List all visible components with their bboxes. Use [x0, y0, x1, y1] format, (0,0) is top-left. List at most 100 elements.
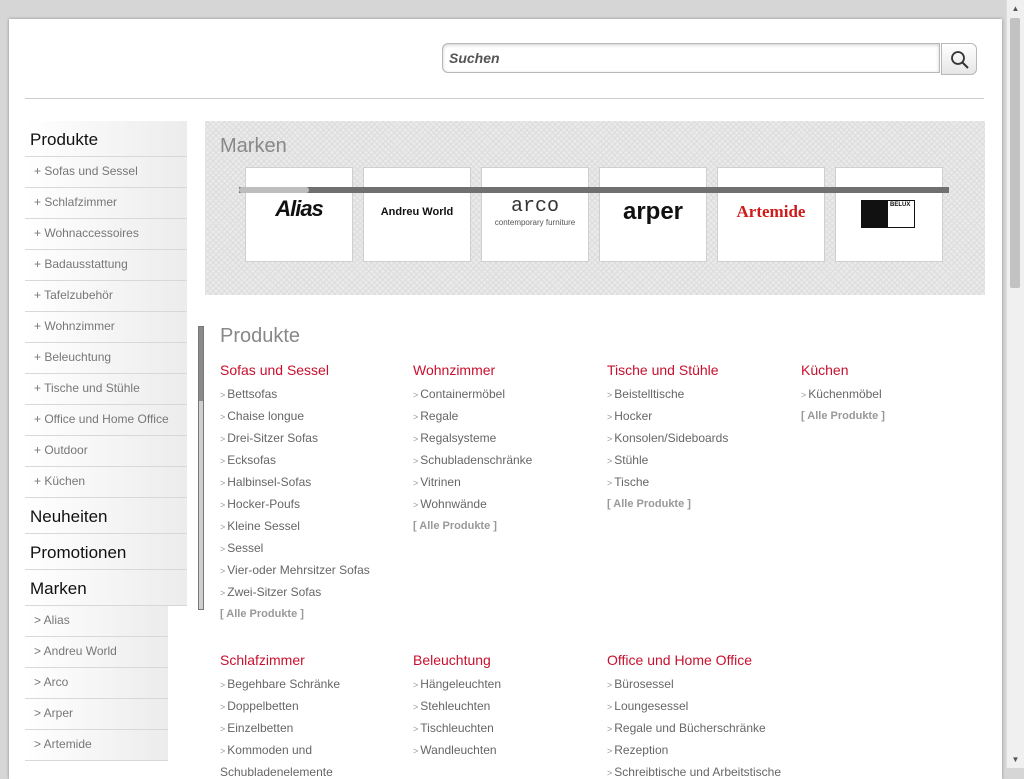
category-link[interactable]: > Hocker [607, 405, 792, 427]
category-link[interactable]: > Zwei-Sitzer Sofas [220, 581, 405, 603]
category-title[interactable]: Schlafzimmer [220, 651, 405, 673]
chevron-right-icon: > [607, 390, 613, 400]
category-title[interactable]: Office und Home Office [607, 651, 792, 673]
category-link[interactable]: > Tische [607, 471, 792, 493]
category-link[interactable]: > Küchenmöbel [801, 383, 986, 405]
category-link-label: Regale und Bücherschränke [614, 721, 766, 735]
sidebar-item-office[interactable]: + Office und Home Office [25, 405, 187, 436]
category-link[interactable]: > Ecksofas [220, 449, 405, 471]
search-input[interactable] [442, 43, 940, 73]
chevron-right-icon: > [413, 412, 419, 422]
category-link[interactable]: > Wohnwände [413, 493, 598, 515]
carousel-scroll-track[interactable] [239, 187, 949, 193]
category-link[interactable]: > Stehleuchten [413, 695, 598, 717]
category-link[interactable]: > Kleine Sessel [220, 515, 405, 537]
sidebar-item-badausstattung[interactable]: + Badausstattung [25, 250, 187, 281]
chevron-right-icon: > [413, 478, 419, 488]
scroll-up-icon[interactable]: ▲ [1007, 0, 1024, 17]
category-link[interactable]: > Vier-oder Mehrsitzer Sofas [220, 559, 405, 581]
category-link[interactable]: > Schreibtische und Arbeitstische [607, 761, 792, 779]
carousel-scroll-thumb[interactable] [239, 187, 309, 193]
scroll-down-icon[interactable]: ▼ [1007, 751, 1024, 768]
category-link[interactable]: > Sessel [220, 537, 405, 559]
sidebar-item-schlafzimmer[interactable]: + Schlafzimmer [25, 188, 187, 219]
window-scrollbar[interactable]: ▲ ▼ [1006, 0, 1024, 768]
category-title[interactable]: Tische und Stühle [607, 361, 792, 383]
window-scrollbar-thumb[interactable] [1010, 18, 1020, 288]
search-button[interactable] [941, 43, 977, 75]
category-link[interactable]: > Stühle [607, 449, 792, 471]
all-products-link[interactable]: [ Alle Produkte ] [801, 405, 986, 427]
sidebar-heading-promotionen[interactable]: Promotionen [25, 534, 187, 570]
category-link[interactable]: > Konsolen/Sideboards [607, 427, 792, 449]
category-link[interactable]: > Wandleuchten [413, 739, 598, 761]
category-link[interactable]: > Hocker-Poufs [220, 493, 405, 515]
brand-tile-alias[interactable]: Alias [245, 167, 353, 262]
category-link[interactable]: > Tischleuchten [413, 717, 598, 739]
category-column: Küchen > Küchenmöbel[ Alle Produkte ] [801, 361, 986, 427]
all-products-link[interactable]: [ Alle Produkte ] [607, 493, 792, 515]
sidebar-brand-alias[interactable]: > Alias [25, 606, 168, 637]
sidebar-item-tafelzubehoer[interactable]: + Tafelzubehör [25, 281, 187, 312]
category-link-label: Stühle [614, 453, 649, 467]
category-title[interactable]: Küchen [801, 361, 986, 383]
category-link[interactable]: > Hängeleuchten [413, 673, 598, 695]
category-link[interactable]: > Regale [413, 405, 598, 427]
sidebar-item-wohnzimmer[interactable]: + Wohnzimmer [25, 312, 187, 343]
category-title[interactable]: Wohnzimmer [413, 361, 598, 383]
brand-tile-arco[interactable]: arco contemporary furniture [481, 167, 589, 262]
sidebar-heading-produkte[interactable]: Produkte [25, 121, 187, 157]
sidebar-heading-marken[interactable]: Marken [25, 570, 187, 606]
category-link[interactable]: > Begehbare Schränke [220, 673, 405, 695]
sidebar-scrollbar[interactable] [198, 326, 204, 610]
category-link-label: Küchenmöbel [808, 387, 882, 401]
category-link-label: Kommoden und [227, 743, 312, 757]
category-link[interactable]: > Schubladenschränke [413, 449, 598, 471]
sidebar-brand-arco[interactable]: > Arco [25, 668, 168, 699]
chevron-right-icon: > [607, 680, 613, 690]
category-link[interactable]: > Rezeption [607, 739, 792, 761]
sidebar-brand-artemide[interactable]: > Artemide [25, 730, 168, 761]
category-link[interactable]: > Bettsofas [220, 383, 405, 405]
sidebar-item-beleuchtung[interactable]: + Beleuchtung [25, 343, 187, 374]
brand-logo-arco-tagline: contemporary furniture [494, 218, 576, 227]
category-link[interactable]: > Loungesessel [607, 695, 792, 717]
sidebar-item-outdoor[interactable]: + Outdoor [25, 436, 187, 467]
category-link[interactable]: > Containermöbel [413, 383, 598, 405]
category-link[interactable]: > Regale und Bücherschränke [607, 717, 792, 739]
all-products-link[interactable]: [ Alle Produkte ] [220, 603, 405, 625]
category-link[interactable]: > Beistelltische [607, 383, 792, 405]
sidebar-item-wohnaccessoires[interactable]: + Wohnaccessoires [25, 219, 187, 250]
sidebar-item-tische-und-stuehle[interactable]: + Tische und Stühle [25, 374, 187, 405]
sidebar-brand-andreu-world[interactable]: > Andreu World [25, 637, 168, 668]
category-link[interactable]: > Doppelbetten [220, 695, 405, 717]
chevron-right-icon: > [220, 566, 226, 576]
category-link-label: Containermöbel [420, 387, 505, 401]
chevron-right-icon: > [607, 746, 613, 756]
category-title[interactable]: Sofas und Sessel [220, 361, 405, 383]
sidebar-heading-neuheiten[interactable]: Neuheiten [25, 498, 187, 534]
category-link-label: Regalsysteme [420, 431, 497, 445]
category-link[interactable]: > Chaise longue [220, 405, 405, 427]
all-products-link[interactable]: [ Alle Produkte ] [413, 515, 598, 537]
brand-tile-arper[interactable]: arper [599, 167, 707, 262]
chevron-right-icon: > [413, 680, 419, 690]
brand-tile-artemide[interactable]: Artemide [717, 167, 825, 262]
category-link[interactable]: > Drei-Sitzer Sofas [220, 427, 405, 449]
sidebar-brand-arper[interactable]: > Arper [25, 699, 168, 730]
category-link[interactable]: >Schubladenelemente [220, 761, 405, 779]
brand-tile-belux[interactable]: BELUX [835, 167, 943, 262]
sidebar-scrollbar-thumb[interactable] [199, 327, 203, 401]
sidebar-item-sofas-und-sessel[interactable]: + Sofas und Sessel [25, 157, 187, 188]
category-link[interactable]: > Regalsysteme [413, 427, 598, 449]
category-link[interactable]: > Vitrinen [413, 471, 598, 493]
category-link[interactable]: > Kommoden und [220, 739, 405, 761]
category-column: Schlafzimmer > Begehbare Schränke > Doppelbe… [220, 651, 405, 779]
brand-tile-andreu-world[interactable]: Andreu World [363, 167, 471, 262]
category-link[interactable]: > Halbinsel-Sofas [220, 471, 405, 493]
category-link-label: Tischleuchten [420, 721, 494, 735]
category-link[interactable]: > Einzelbetten [220, 717, 405, 739]
sidebar-item-kuechen[interactable]: + Küchen [25, 467, 187, 498]
category-link[interactable]: > Bürosessel [607, 673, 792, 695]
category-title[interactable]: Beleuchtung [413, 651, 598, 673]
